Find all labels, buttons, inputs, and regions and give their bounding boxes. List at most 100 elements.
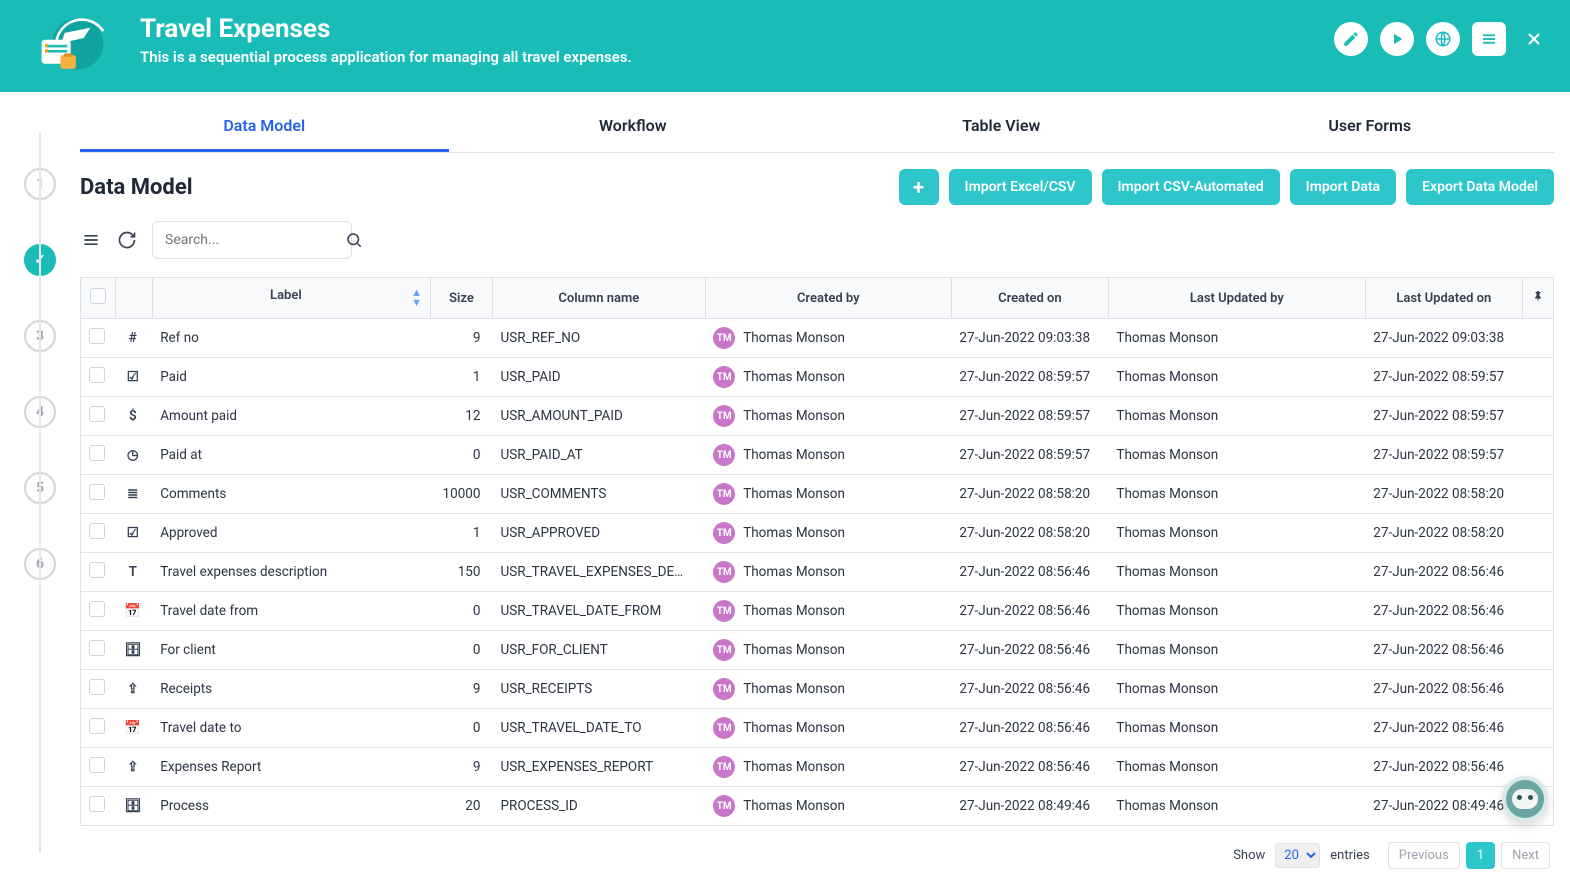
row-created-by: TMThomas Monson (705, 787, 951, 826)
globe-button[interactable] (1426, 22, 1460, 56)
next-button[interactable]: Next (1501, 842, 1550, 869)
row-label: Expenses Report (152, 748, 430, 787)
row-label: Paid (152, 358, 430, 397)
row-updated-by: Thomas Monson (1108, 553, 1365, 592)
tab-workflow[interactable]: Workflow (449, 100, 818, 152)
refresh-icon[interactable] (116, 229, 138, 251)
row-updated-on: 27-Jun-2022 08:58:20 (1365, 514, 1522, 553)
row-checkbox[interactable] (81, 553, 116, 592)
edit-button[interactable] (1334, 22, 1368, 56)
table-row[interactable]: ☑Paid1USR_PAIDTMThomas Monson27-Jun-2022… (81, 358, 1554, 397)
page-size-select[interactable]: 20 (1275, 843, 1320, 868)
type-icon: ☑ (116, 514, 152, 553)
select-all-header[interactable] (81, 278, 116, 319)
table-row[interactable]: TTravel expenses description150USR_TRAVE… (81, 553, 1554, 592)
row-checkbox[interactable] (81, 514, 116, 553)
row-created-on: 27-Jun-2022 08:58:20 (951, 514, 1108, 553)
created-on-header[interactable]: Created on (951, 278, 1108, 319)
type-header (116, 278, 152, 319)
label-header[interactable]: Label▲▼ (152, 278, 430, 319)
size-header[interactable]: Size (430, 278, 492, 319)
row-pin[interactable] (1522, 631, 1553, 670)
table-row[interactable]: #Ref no9USR_REF_NOTMThomas Monson27-Jun-… (81, 319, 1554, 358)
row-pin[interactable] (1522, 397, 1553, 436)
export-model-button[interactable]: Export Data Model (1406, 169, 1554, 205)
row-pin[interactable] (1522, 319, 1553, 358)
avatar: TM (713, 678, 735, 700)
row-created-on: 27-Jun-2022 08:59:57 (951, 436, 1108, 475)
row-checkbox[interactable] (81, 592, 116, 631)
updated-by-header[interactable]: Last Updated by (1108, 278, 1365, 319)
row-pin[interactable] (1522, 670, 1553, 709)
table-row[interactable]: ◷Paid at0USR_PAID_ATTMThomas Monson27-Ju… (81, 436, 1554, 475)
row-checkbox[interactable] (81, 436, 116, 475)
row-size: 9 (430, 748, 492, 787)
row-checkbox[interactable] (81, 631, 116, 670)
row-pin[interactable] (1522, 592, 1553, 631)
sort-icon[interactable]: ▲▼ (411, 288, 422, 308)
search-box[interactable] (152, 221, 352, 259)
avatar: TM (713, 327, 735, 349)
add-button[interactable]: + (899, 169, 939, 205)
search-input[interactable] (163, 231, 345, 249)
table-row[interactable]: ⇪Receipts9USR_RECEIPTSTMThomas Monson27-… (81, 670, 1554, 709)
import-data-button[interactable]: Import Data (1290, 169, 1396, 205)
type-icon: ◷ (116, 436, 152, 475)
updated-on-header[interactable]: Last Updated on (1365, 278, 1522, 319)
pin-header[interactable] (1522, 278, 1553, 319)
table-row[interactable]: ⇪Expenses Report9USR_EXPENSES_REPORTTMTh… (81, 748, 1554, 787)
table-row[interactable]: 📅Travel date from0USR_TRAVEL_DATE_FROMTM… (81, 592, 1554, 631)
row-checkbox[interactable] (81, 670, 116, 709)
tab-data-model[interactable]: Data Model (80, 100, 449, 152)
page-1-button[interactable]: 1 (1466, 842, 1495, 869)
row-created-on: 27-Jun-2022 08:59:57 (951, 358, 1108, 397)
type-icon: # (116, 319, 152, 358)
step-rail: 1✓3456 (0, 92, 80, 893)
play-button[interactable] (1380, 22, 1414, 56)
avatar: TM (713, 795, 735, 817)
import-excel-button[interactable]: Import Excel/CSV (949, 169, 1092, 205)
row-pin[interactable] (1522, 514, 1553, 553)
columns-icon[interactable] (80, 229, 102, 251)
import-csv-auto-button[interactable]: Import CSV-Automated (1102, 169, 1280, 205)
menu-button[interactable] (1472, 22, 1506, 56)
table-footer: Show 20 entries Previous 1 Next (80, 826, 1554, 869)
row-pin[interactable] (1522, 436, 1553, 475)
row-checkbox[interactable] (81, 709, 116, 748)
column-name-header[interactable]: Column name (492, 278, 705, 319)
table-row[interactable]: ≣Comments10000USR_COMMENTSTMThomas Monso… (81, 475, 1554, 514)
entries-label: entries (1330, 848, 1370, 863)
table-row[interactable]: 📅Travel date to0USR_TRAVEL_DATE_TOTMThom… (81, 709, 1554, 748)
row-size: 9 (430, 319, 492, 358)
table-row[interactable]: 🗄For client0USR_FOR_CLIENTTMThomas Monso… (81, 631, 1554, 670)
chat-fab[interactable] (1502, 776, 1548, 822)
row-checkbox[interactable] (81, 787, 116, 826)
row-updated-by: Thomas Monson (1108, 397, 1365, 436)
row-updated-on: 27-Jun-2022 08:56:46 (1365, 631, 1522, 670)
previous-button[interactable]: Previous (1388, 842, 1460, 869)
created-by-header[interactable]: Created by (705, 278, 951, 319)
row-checkbox[interactable] (81, 358, 116, 397)
row-pin[interactable] (1522, 709, 1553, 748)
table-row[interactable]: 🗄Process20PROCESS_IDTMThomas Monson27-Ju… (81, 787, 1554, 826)
row-updated-on: 27-Jun-2022 08:56:46 (1365, 748, 1522, 787)
row-updated-by: Thomas Monson (1108, 631, 1365, 670)
row-size: 9 (430, 670, 492, 709)
tab-user-forms[interactable]: User Forms (1186, 100, 1555, 152)
row-created-on: 27-Jun-2022 08:49:46 (951, 787, 1108, 826)
table-row[interactable]: ☑Approved1USR_APPROVEDTMThomas Monson27-… (81, 514, 1554, 553)
row-pin[interactable] (1522, 553, 1553, 592)
rail-line (39, 132, 41, 853)
tab-table-view[interactable]: Table View (817, 100, 1186, 152)
row-checkbox[interactable] (81, 397, 116, 436)
row-checkbox[interactable] (81, 475, 116, 514)
table-row[interactable]: $Amount paid12USR_AMOUNT_PAIDTMThomas Mo… (81, 397, 1554, 436)
row-pin[interactable] (1522, 358, 1553, 397)
row-column-name: USR_REF_NO (492, 319, 705, 358)
row-pin[interactable] (1522, 475, 1553, 514)
row-checkbox[interactable] (81, 748, 116, 787)
close-button[interactable] (1522, 27, 1546, 51)
row-created-by: TMThomas Monson (705, 748, 951, 787)
row-checkbox[interactable] (81, 319, 116, 358)
row-column-name: USR_FOR_CLIENT (492, 631, 705, 670)
